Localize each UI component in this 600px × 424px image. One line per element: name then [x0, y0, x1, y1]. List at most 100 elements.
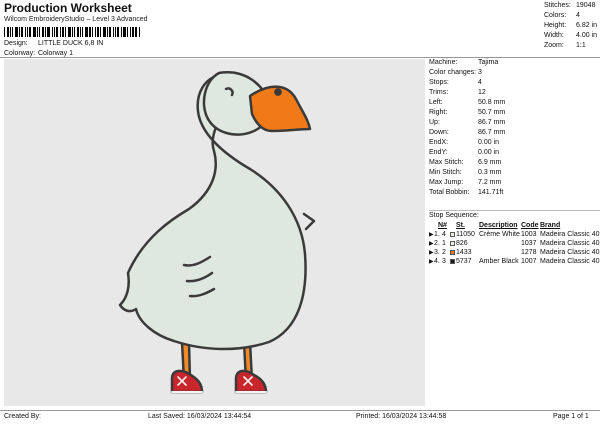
barcode-bar [15, 27, 18, 37]
stitch-count: 5737 [456, 258, 472, 265]
barcode-bar [132, 27, 134, 37]
thread-description: Amber Black [479, 258, 519, 265]
thread-code: 1003 [521, 231, 537, 238]
info-row: Total Bobbin: 141.71ft [429, 189, 600, 199]
summary-row: Stitches: 19048 [544, 2, 596, 9]
barcode-bar [27, 27, 28, 37]
barcode-bar [42, 27, 44, 37]
barcode-bar [7, 27, 9, 37]
thread-brand: Madeira Classic 40 [540, 258, 600, 265]
colorway-name: Colorway 1 [38, 50, 74, 57]
info-row: Min Stitch: 0.3 mm [429, 169, 600, 179]
color-swatch [450, 232, 455, 237]
stop-number: 4. [434, 258, 440, 265]
color-swatch [450, 250, 455, 255]
stop-number: 1. [434, 231, 440, 238]
barcode-bar [47, 27, 50, 37]
summary-row: Colors: 4 [544, 12, 580, 19]
barcode-bar [19, 27, 20, 37]
barcode-bar [115, 27, 116, 37]
barcode-bar [60, 27, 61, 37]
info-value: 50.7 mm [478, 109, 506, 116]
barcode-bar [121, 27, 122, 37]
design-preview [4, 59, 425, 406]
info-label: EndX: [429, 139, 449, 146]
barcode-bar [135, 27, 137, 37]
info-label: Up: [429, 119, 440, 126]
info-label: Stops: [429, 79, 449, 86]
info-label: Left: [429, 99, 443, 106]
barcode-bar [39, 27, 40, 37]
stitch-count: 826 [456, 240, 468, 247]
summary-panel: Stitches: 19048 Colors: 4 Height: 6.82 in W… [544, 2, 600, 52]
info-row: Trims: 12 [429, 89, 600, 99]
barcode-bar [92, 27, 93, 37]
stitch-count: 1433 [456, 249, 472, 256]
barcode-bar [95, 27, 96, 37]
info-value: 141.71ft [478, 189, 504, 196]
barcode-bar [12, 27, 13, 37]
needle-number: 2 [442, 249, 446, 256]
created-by: Created By: [4, 413, 41, 420]
arrow-icon: ▶ [429, 241, 434, 247]
info-value: Tajima [478, 59, 499, 66]
barcode-bar [74, 27, 75, 37]
stitch-count: 11050 [456, 231, 475, 238]
machine-info: Machine: Tajima Color changes: 3 Stops: 4 Trim… [429, 59, 600, 199]
barcode-bar [25, 27, 26, 37]
barcode-bar [68, 27, 71, 37]
info-row: Stops: 4 [429, 79, 600, 89]
barcode-bar [117, 27, 119, 37]
page-title: Production Worksheet [4, 1, 132, 15]
info-label: Max Jump: [429, 179, 464, 186]
software-name: Wilcom EmbroideryStudio – Level 3 Advanc… [4, 16, 148, 23]
info-value: 6.9 mm [478, 159, 502, 166]
info-row: EndY: 0.00 in [429, 149, 600, 159]
info-row: Down: 86.7 mm [429, 129, 600, 139]
stop-number: 3. [434, 249, 440, 256]
info-value: 86.7 mm [478, 119, 506, 126]
info-row: EndX: 0.00 in [429, 139, 600, 149]
barcode-bar [89, 27, 91, 37]
thread-brand: Madeira Classic 40 [540, 249, 600, 256]
barcode-bar [62, 27, 64, 37]
barcode-bar [65, 27, 66, 37]
color-swatch [450, 241, 455, 246]
printed-date: Printed: 16/03/2024 13:44:58 [356, 413, 447, 420]
needle-number: 3 [442, 258, 446, 265]
barcode-bar [33, 27, 36, 37]
needle-number: 4 [442, 231, 446, 238]
barcode-bar [113, 27, 114, 37]
info-label: Trims: [429, 89, 449, 96]
info-value: 4 [478, 79, 482, 86]
info-label: Machine: [429, 59, 458, 66]
thread-code: 1037 [521, 240, 537, 247]
info-row: Max Stitch: 6.9 mm [429, 159, 600, 169]
barcode-bar [139, 27, 140, 37]
table-row: ▶ 2. 1 826 1037 Madeira Classic 40 [429, 240, 600, 249]
summary-row: Width: 4.00 in [544, 32, 598, 39]
barcode-bar [37, 27, 38, 37]
thread-brand: Madeira Classic 40 [540, 240, 600, 247]
barcode-bar [77, 27, 79, 37]
info-value: 3 [478, 69, 482, 76]
design-row: Design: LITTLE DUCK 6,8 IN [4, 40, 204, 50]
arrow-icon: ▶ [429, 250, 434, 256]
barcode-bar [130, 27, 131, 37]
info-value: 86.7 mm [478, 129, 506, 136]
barcode [4, 27, 144, 37]
info-value: 0.00 in [478, 139, 500, 146]
info-value: 7.2 mm [478, 179, 502, 186]
barcode-bar [29, 27, 31, 37]
info-value: 12 [478, 89, 486, 96]
colorway-label: Colorway: [4, 50, 36, 57]
table-header: N# St. Description Code Brand [438, 222, 561, 229]
thread-code: 1007 [521, 258, 537, 265]
info-label: Min Stitch: [429, 169, 462, 176]
color-swatch [450, 259, 455, 264]
info-row: Max Jump: 7.2 mm [429, 179, 600, 189]
design-label: Design: [4, 40, 28, 47]
duck-embroidery-image [118, 71, 316, 394]
barcode-bar [10, 27, 11, 37]
info-value: 0.00 in [478, 149, 500, 156]
